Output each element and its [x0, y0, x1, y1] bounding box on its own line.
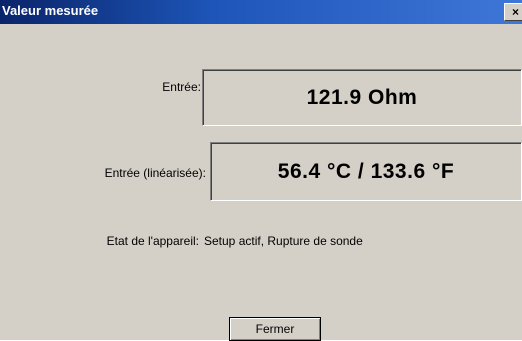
device-state-value: Setup actif, Rupture de sonde [204, 234, 363, 248]
input-value-display: 121.9 Ohm [202, 69, 522, 126]
window-title: Valeur mesurée [2, 3, 99, 18]
title-bar[interactable]: Valeur mesurée × [0, 0, 522, 24]
linearized-input-label: Entrée (linéarisée): [104, 166, 206, 180]
device-state-label: Etat de l'appareil: [106, 234, 199, 248]
linearized-value-display: 56.4 °C / 133.6 °F [210, 142, 522, 201]
close-button[interactable]: Fermer [229, 317, 321, 341]
measured-value-dialog: Valeur mesurée × Entrée: 121.9 Ohm Entré… [0, 0, 522, 341]
close-icon: × [512, 5, 520, 19]
close-window-button[interactable]: × [504, 3, 522, 21]
input-label: Entrée: [162, 80, 201, 94]
